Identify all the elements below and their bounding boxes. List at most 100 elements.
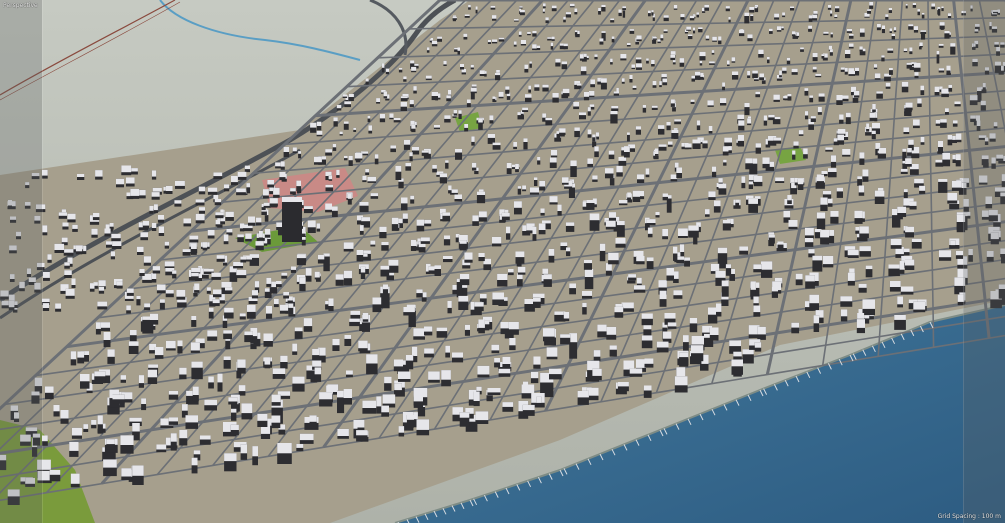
building-roof: [748, 181, 753, 185]
building: [673, 246, 678, 261]
building: [776, 26, 782, 32]
building: [359, 202, 369, 213]
building: [586, 200, 595, 210]
building: [443, 60, 447, 66]
building-roof: [325, 184, 334, 188]
building-roof: [752, 70, 758, 74]
building-roof: [583, 91, 590, 97]
building-roof: [720, 98, 727, 103]
building: [820, 229, 830, 245]
building-roof: [570, 160, 577, 167]
building: [738, 120, 745, 131]
building: [857, 176, 863, 186]
building: [312, 348, 320, 361]
building-roof: [464, 14, 470, 16]
building: [656, 341, 669, 353]
building-roof: [955, 133, 962, 140]
house-roof: [41, 298, 50, 302]
building: [753, 264, 762, 273]
building-roof: [633, 285, 646, 290]
building: [699, 51, 706, 61]
building-roof: [344, 155, 348, 159]
building: [391, 217, 399, 231]
building: [506, 226, 511, 240]
building-roof: [641, 335, 653, 341]
building: [952, 120, 958, 127]
building: [897, 206, 907, 217]
house: [237, 171, 247, 180]
building: [398, 426, 405, 437]
building-roof: [768, 234, 775, 238]
building-roof: [582, 302, 587, 308]
building: [519, 10, 525, 16]
building: [643, 385, 652, 398]
building: [914, 72, 919, 79]
building: [647, 227, 653, 238]
building: [742, 349, 754, 364]
building: [749, 7, 755, 13]
building: [517, 266, 526, 275]
house: [92, 213, 100, 221]
building-roof: [629, 368, 643, 374]
building-roof: [410, 60, 415, 64]
building-roof: [409, 152, 413, 157]
building: [225, 211, 234, 221]
building: [551, 36, 555, 41]
building-roof: [727, 60, 730, 65]
building-roof: [712, 166, 717, 172]
building: [316, 223, 321, 232]
building-roof: [343, 270, 353, 279]
house: [65, 288, 75, 299]
house: [283, 292, 289, 299]
building: [911, 238, 922, 249]
building-roof: [748, 198, 758, 204]
building-roof: [946, 65, 951, 71]
building: [566, 247, 571, 257]
building: [412, 146, 420, 155]
building: [528, 85, 531, 93]
building-roof: [310, 122, 317, 128]
building-roof: [513, 41, 517, 45]
building: [549, 157, 557, 168]
building: [912, 3, 917, 8]
building: [768, 234, 775, 244]
building-roof: [49, 469, 61, 475]
building: [755, 91, 761, 98]
building: [159, 299, 165, 310]
building: [941, 88, 949, 98]
building: [722, 146, 729, 156]
building-roof: [344, 101, 351, 105]
building-roof: [362, 400, 377, 408]
city-scene[interactable]: [0, 0, 1005, 523]
building-roof: [533, 356, 541, 365]
building: [889, 68, 893, 75]
building-roof: [576, 83, 582, 86]
building-roof: [479, 293, 487, 299]
house: [140, 232, 148, 241]
building-roof: [905, 102, 913, 108]
building: [644, 358, 654, 368]
building: [508, 269, 514, 276]
viewport-label[interactable]: Perspective: [3, 2, 38, 9]
building: [651, 105, 658, 110]
house: [157, 215, 164, 223]
building: [543, 274, 552, 287]
building: [651, 59, 655, 67]
building-roof: [804, 238, 814, 243]
building-roof: [937, 140, 943, 147]
building-roof: [856, 319, 865, 328]
3d-viewport[interactable]: Perspective Grid Spacing : 100 m: [0, 0, 1005, 523]
building-roof: [120, 375, 126, 380]
building-roof: [497, 273, 508, 280]
building: [859, 28, 865, 37]
house-roof: [213, 194, 219, 200]
building: [147, 369, 158, 384]
building: [859, 46, 863, 52]
building: [508, 321, 519, 335]
house-roof: [98, 286, 105, 291]
building: [885, 14, 889, 20]
building: [305, 268, 312, 282]
building: [787, 195, 792, 204]
building-roof: [177, 340, 183, 347]
building: [190, 342, 200, 353]
